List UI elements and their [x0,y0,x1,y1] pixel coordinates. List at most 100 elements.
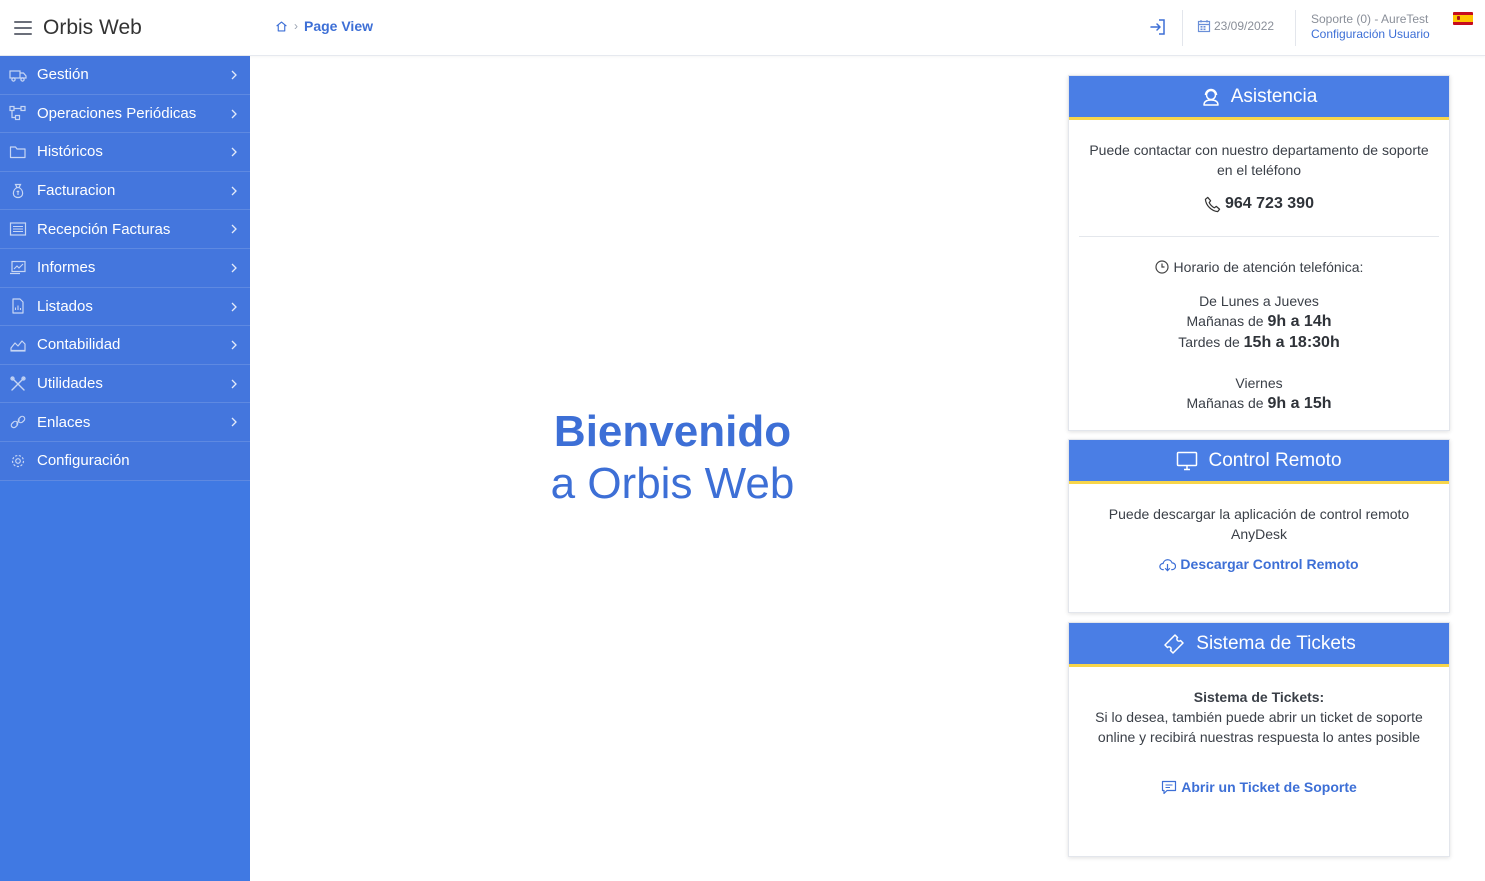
friday-hours: Viernes Mañanas de 9h a 15h [1081,373,1437,414]
support-agent-icon [1202,88,1219,106]
document-icon [9,297,27,315]
message-icon [1162,780,1177,794]
user-block: Soporte (0) - AureTest Configuración Usu… [1311,12,1430,42]
sidebar-item-label: Enlaces [37,413,91,431]
sidebar-item-configuracion[interactable]: Configuración [0,442,250,481]
sidebar-item-enlaces[interactable]: Enlaces [0,403,250,442]
sidebar-item-facturacion[interactable]: Facturacion [0,172,250,211]
sidebar-item-utilidades[interactable]: Utilidades [0,365,250,404]
friday-morning-prefix: Mañanas de [1186,395,1268,411]
sidebar-item-listados[interactable]: Listados [0,288,250,327]
chevron-right-icon [231,379,237,389]
friday-label: Viernes [1235,375,1283,391]
sidebar-item-historicos[interactable]: Históricos [0,133,250,172]
calendar-icon [1197,20,1211,33]
afternoon-prefix: Tardes de [1178,334,1244,350]
list-icon [9,220,27,238]
top-bar: Orbis Web › Page View 23/09/2022 Soporte… [0,0,1485,56]
chevron-right-icon [231,109,237,119]
sidebar-item-operaciones-periodicas[interactable]: Operaciones Periódicas [0,95,250,134]
weekday-morning: Mañanas de 9h a 14h [1081,311,1437,332]
hamburger-menu-icon[interactable] [14,21,32,35]
asistencia-card: Asistencia Puede contactar con nuestro d… [1068,75,1450,431]
sidebar: Gestión Operaciones Periódicas Histórico… [0,56,250,881]
tickets-body: Sistema de Tickets: Si lo desea, también… [1069,667,1449,797]
sidebar-item-informes[interactable]: Informes [0,249,250,288]
chevron-right-icon [231,186,237,196]
header-divider [1295,10,1296,46]
brand: Orbis Web [0,0,250,56]
sidebar-item-label: Informes [37,259,96,277]
breadcrumb-current[interactable]: Page View [304,18,373,34]
cloud-download-icon [1159,558,1177,571]
weekday-hours: De Lunes a Jueves Mañanas de 9h a 14h Ta… [1081,291,1437,353]
open-ticket-link[interactable]: Abrir un Ticket de Soporte [1081,777,1437,797]
control-remoto-title: Control Remoto [1208,449,1342,471]
chevron-right-icon [231,224,237,234]
sidebar-item-recepcion-facturas[interactable]: Recepción Facturas [0,210,250,249]
workflow-icon [9,104,27,122]
tickets-card: Sistema de Tickets Sistema de Tickets: S… [1068,622,1450,857]
sidebar-item-label: Operaciones Periódicas [37,104,197,122]
sidebar-item-label: Utilidades [37,375,103,393]
hours-heading: Horario de atención telefónica: [1081,257,1437,277]
welcome-subtitle: a Orbis Web [550,459,795,508]
link-icon [9,413,27,431]
download-remote-control-link[interactable]: Descargar Control Remoto [1081,554,1437,574]
spain-flag-icon[interactable] [1453,12,1473,25]
app-title: Orbis Web [43,16,142,39]
sidebar-item-label: Históricos [37,143,103,161]
tools-icon [9,375,27,393]
chevron-right-icon [231,302,237,312]
sidebar-menu: Gestión Operaciones Periódicas Histórico… [0,56,250,481]
asistencia-title: Asistencia [1230,85,1318,107]
control-remoto-card-header: Control Remoto [1069,440,1449,484]
morning-hours: 9h a 14h [1267,313,1332,330]
tickets-card-header: Sistema de Tickets [1069,623,1449,667]
weekdays-label: De Lunes a Jueves [1199,293,1319,309]
welcome-title: Bienvenido [553,407,792,456]
control-remoto-body: Puede descargar la aplicación de control… [1069,484,1449,574]
user-name: Soporte (0) - AureTest [1311,12,1429,26]
user-config-link[interactable]: Configuración Usuario [1311,27,1430,42]
report-icon [9,259,27,277]
ticket-icon [1164,633,1185,654]
sidebar-item-label: Facturacion [37,182,116,200]
monitor-icon [1177,451,1198,470]
sidebar-item-gestion[interactable]: Gestión [0,56,250,95]
tickets-text: Si lo desea, también puede abrir un tick… [1095,709,1423,745]
open-ticket-label: Abrir un Ticket de Soporte [1181,779,1357,795]
chevron-right-icon [231,147,237,157]
phone-icon [1204,196,1221,212]
phone-number[interactable]: 964 723 390 [1225,194,1314,214]
morning-prefix: Mañanas de [1186,313,1268,329]
welcome-message: Bienvenido a Orbis Web [400,405,945,509]
sidebar-item-label: Gestión [37,66,89,84]
breadcrumb: › Page View [274,18,373,34]
clock-icon [1154,260,1169,274]
sidebar-item-label: Listados [37,297,93,315]
money-bag-icon [9,182,27,200]
sidebar-item-label: Contabilidad [37,336,121,354]
home-icon[interactable] [274,19,288,33]
weekday-afternoon: Tardes de 15h a 18:30h [1081,332,1437,353]
sidebar-item-label: Recepción Facturas [37,220,171,238]
asistencia-body: Puede contactar con nuestro departamento… [1069,120,1449,414]
friday-morning-hours: 9h a 15h [1267,395,1332,412]
friday-morning: Mañanas de 9h a 15h [1081,393,1437,414]
control-remoto-card: Control Remoto Puede descargar la aplica… [1068,439,1450,613]
tickets-title: Sistema de Tickets [1196,632,1356,654]
tickets-heading: Sistema de Tickets: [1193,689,1325,705]
folder-icon [9,143,27,161]
chart-icon [9,336,27,354]
sidebar-item-contabilidad[interactable]: Contabilidad [0,326,250,365]
afternoon-hours: 15h a 18:30h [1243,334,1340,351]
asistencia-intro: Puede contactar con nuestro departamento… [1089,142,1429,178]
breadcrumb-separator: › [294,19,298,33]
gear-icon [9,452,27,470]
header-divider [1182,10,1183,46]
phone-row: 964 723 390 [1081,194,1437,214]
chevron-right-icon [231,417,237,427]
logout-icon[interactable] [1148,17,1168,37]
chevron-right-icon [231,340,237,350]
